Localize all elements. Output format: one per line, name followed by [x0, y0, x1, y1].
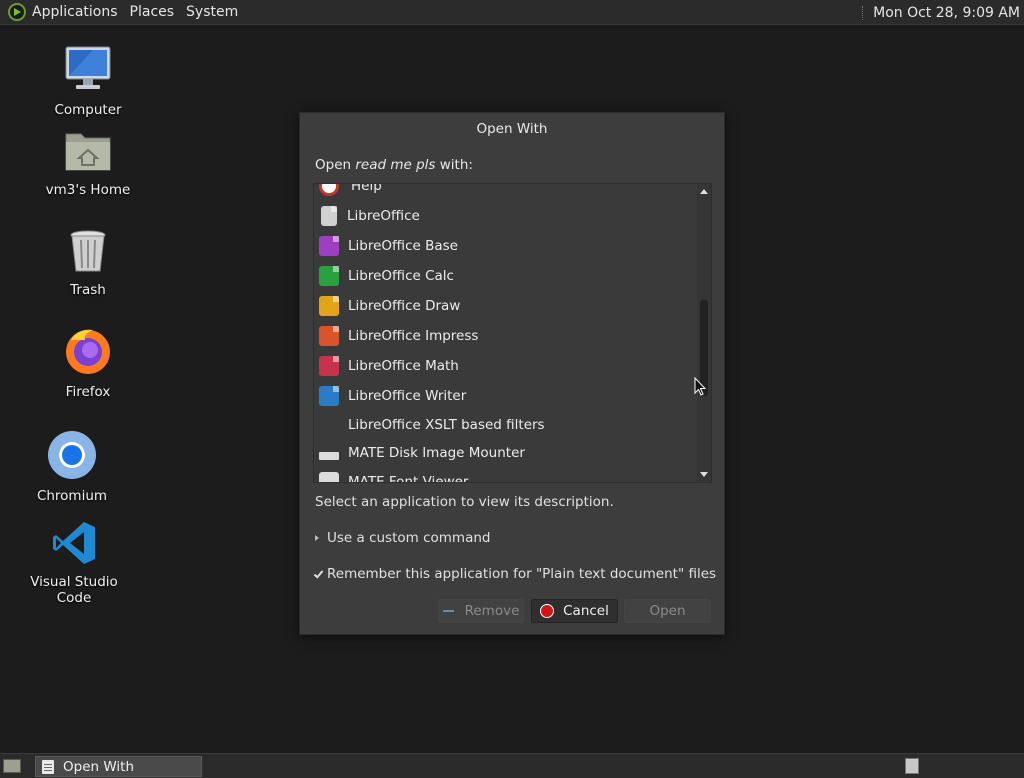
prompt-suffix: with: [435, 157, 473, 173]
blank-icon [319, 415, 339, 435]
vscode-icon [53, 522, 95, 564]
trash-icon [70, 230, 106, 272]
open-with-dialog: Open With Open read me pls with: Help Li… [299, 112, 725, 635]
app-item-label: MATE Font Viewer [348, 474, 469, 483]
app-item-help[interactable]: Help [314, 183, 696, 201]
custom-command-expander[interactable]: Use a custom command [315, 530, 490, 546]
app-item-libreoffice[interactable]: LibreOffice [314, 201, 696, 231]
clock[interactable]: Mon Oct 28, 9:09 AM [873, 5, 1020, 21]
app-item-label: LibreOffice Calc [348, 268, 454, 284]
workspace-switcher[interactable] [905, 758, 919, 774]
app-item-label: LibreOffice Math [348, 358, 459, 374]
scroll-down-arrow-icon[interactable] [700, 472, 708, 477]
remember-label: Remember this application for "Plain tex… [327, 566, 717, 582]
mate-logo-icon[interactable] [8, 3, 26, 21]
app-item-label: LibreOffice Draw [348, 298, 461, 314]
desktop-icon-label: Firefox [65, 384, 111, 400]
cancel-label: Cancel [563, 603, 609, 619]
cancel-icon [540, 604, 555, 618]
libreoffice-impress-icon [319, 326, 339, 346]
app-item-label: LibreOffice XSLT based filters [348, 417, 545, 433]
app-item-disk-image-mounter[interactable]: MATE Disk Image Mounter [314, 438, 696, 468]
custom-command-label: Use a custom command [327, 530, 491, 546]
app-item-label: LibreOffice Impress [348, 328, 479, 344]
remove-button[interactable]: Remove [438, 599, 524, 623]
libreoffice-calc-icon [319, 266, 339, 286]
firefox-icon [66, 329, 110, 374]
libreoffice-base-icon [319, 236, 339, 256]
open-label: Open [649, 603, 686, 619]
app-item-font-viewer[interactable]: MATE Font Viewer [314, 467, 696, 483]
menu-places[interactable]: Places [130, 4, 175, 20]
app-item-label: LibreOffice Base [348, 238, 458, 254]
desktop-icon-label: vm3's Home [45, 182, 131, 198]
cancel-button[interactable]: Cancel [531, 599, 618, 623]
prompt-filename: read me pls [355, 157, 436, 173]
desktop-icon-chromium[interactable]: Chromium [22, 430, 122, 504]
app-item-label: Help [351, 183, 382, 194]
dialog-title[interactable]: Open With [300, 113, 724, 145]
menu-applications[interactable]: Applications [32, 4, 118, 20]
app-item-libreoffice-impress[interactable]: LibreOffice Impress [314, 321, 696, 351]
help-icon [319, 184, 339, 196]
home-folder-icon [65, 133, 111, 171]
desktop-icon-label: Visual Studio Code [30, 574, 118, 606]
desktop-icon-label: Computer [54, 102, 122, 118]
open-button[interactable]: Open [624, 599, 711, 623]
remove-label: Remove [464, 603, 520, 619]
app-item-libreoffice-math[interactable]: LibreOffice Math [314, 351, 696, 381]
libreoffice-icon [321, 206, 337, 226]
chromium-icon [48, 431, 96, 479]
menu-system[interactable]: System [186, 4, 238, 20]
disk-image-icon [319, 452, 339, 460]
libreoffice-writer-icon [319, 386, 339, 406]
libreoffice-draw-icon [319, 296, 339, 316]
remember-checkbox[interactable]: Remember this application for "Plain tex… [313, 566, 716, 582]
mouse-cursor-icon [694, 377, 706, 396]
app-item-label: LibreOffice Writer [348, 388, 467, 404]
desktop-icon-label: Chromium [36, 488, 108, 504]
taskbar-item-open-with[interactable]: Open With [35, 756, 202, 777]
panel-separator [862, 5, 865, 20]
checkmark-icon [313, 569, 323, 579]
desktop-icon-computer[interactable]: Computer [38, 44, 138, 118]
app-description: Select an application to view its descri… [315, 494, 614, 510]
desktop-icon-trash[interactable]: Trash [38, 228, 138, 298]
scroll-up-arrow-icon[interactable] [700, 189, 708, 194]
app-item-label: LibreOffice [347, 208, 420, 224]
prompt-prefix: Open [315, 157, 356, 173]
top-panel: Applications Places System Mon Oct 28, 9… [0, 0, 1024, 25]
app-item-label: MATE Disk Image Mounter [348, 445, 525, 461]
libreoffice-math-icon [319, 356, 339, 376]
minus-icon [442, 610, 454, 612]
app-item-libreoffice-xslt[interactable]: LibreOffice XSLT based filters [314, 410, 696, 440]
desktop-icon-vscode[interactable]: Visual Studio Code [24, 520, 124, 606]
app-item-libreoffice-base[interactable]: LibreOffice Base [314, 231, 696, 261]
desktop-icon-home[interactable]: vm3's Home [38, 128, 138, 198]
app-item-libreoffice-draw[interactable]: LibreOffice Draw [314, 291, 696, 321]
computer-icon [65, 46, 111, 89]
show-desktop-icon[interactable] [3, 759, 21, 773]
app-item-libreoffice-writer[interactable]: LibreOffice Writer [314, 381, 696, 411]
expander-arrow-icon [315, 535, 319, 541]
app-item-libreoffice-calc[interactable]: LibreOffice Calc [314, 261, 696, 291]
application-list[interactable]: Help LibreOffice LibreOffice Base LibreO… [313, 183, 712, 483]
document-icon [42, 759, 54, 774]
font-viewer-icon [319, 472, 339, 482]
dialog-prompt: Open read me pls with: [315, 157, 473, 173]
bottom-panel: Open With [0, 753, 1024, 778]
taskbar-item-label: Open With [63, 758, 135, 775]
desktop-icon-firefox[interactable]: Firefox [38, 326, 138, 400]
list-scrollbar[interactable] [697, 184, 711, 482]
panel-right-area: Mon Oct 28, 9:09 AM [862, 0, 1024, 25]
desktop-icon-label: Trash [70, 282, 106, 298]
